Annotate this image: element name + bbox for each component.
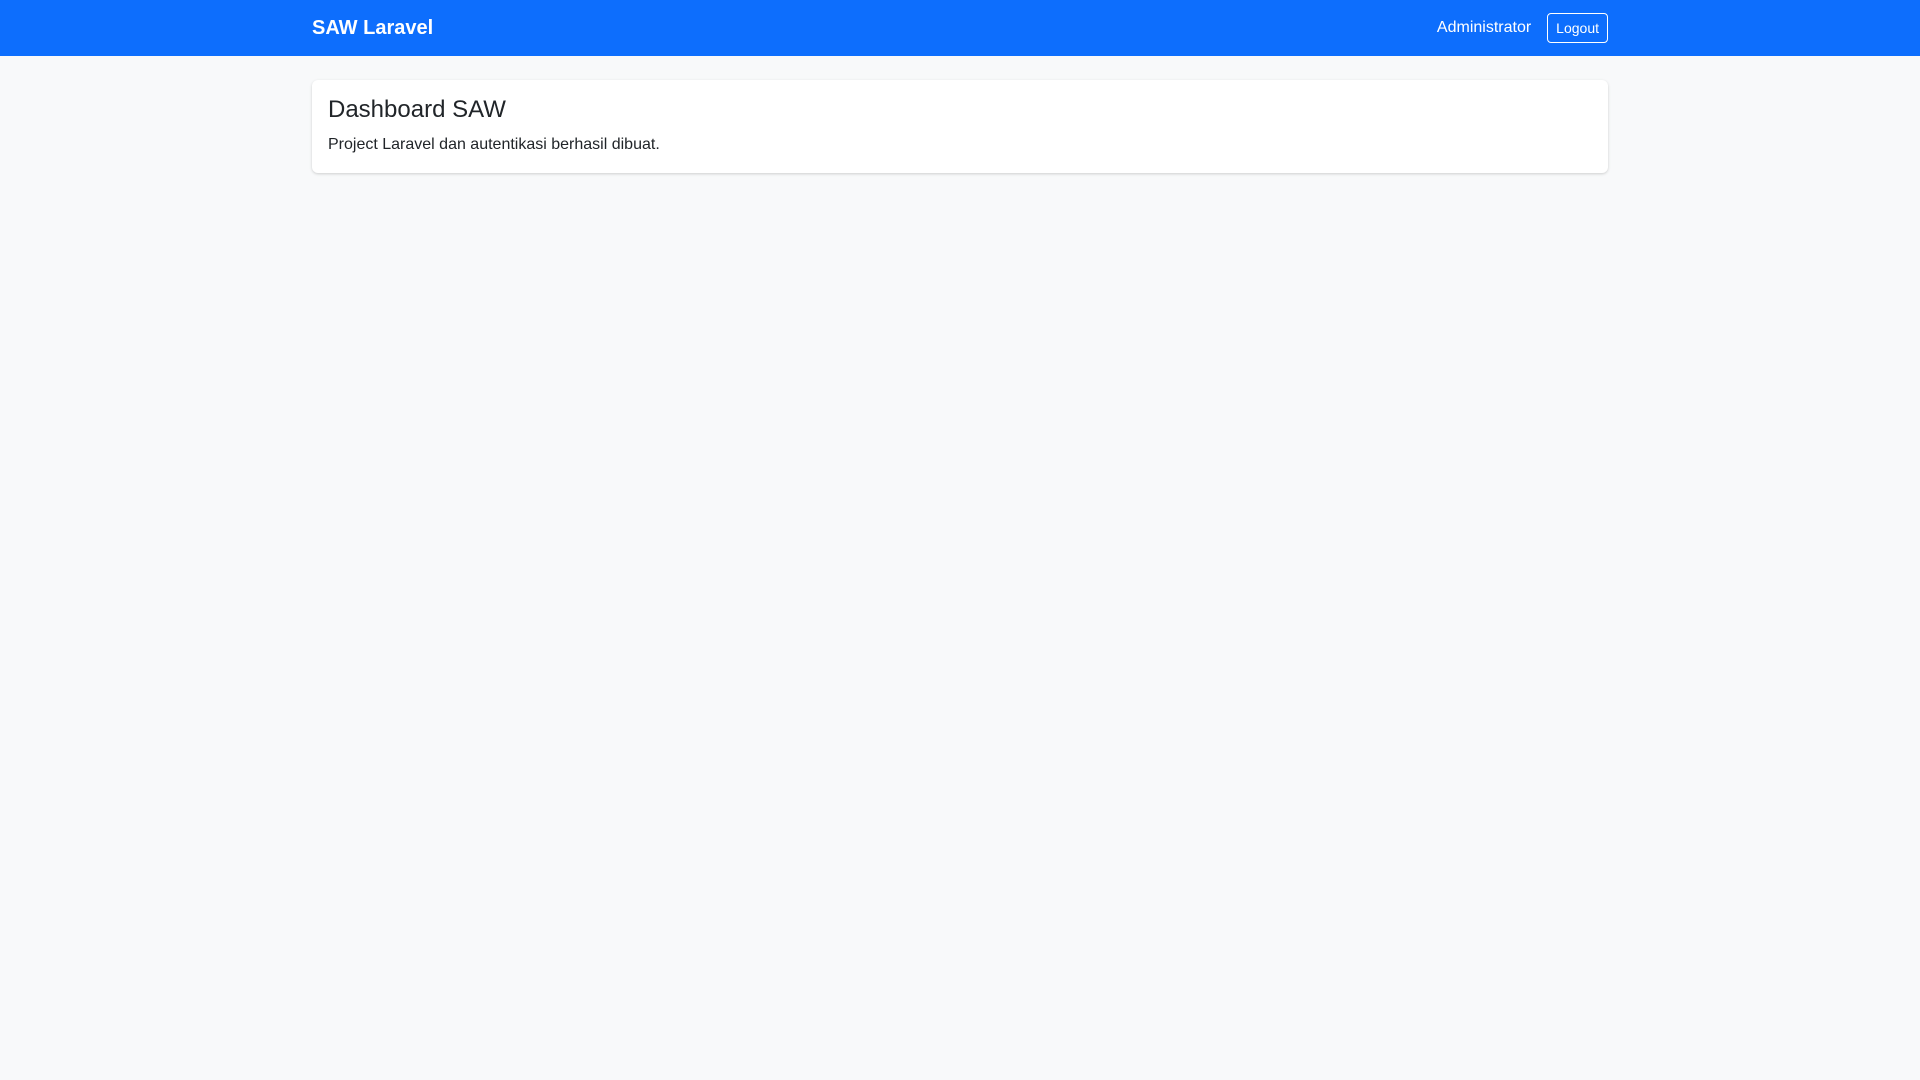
- navbar-user-area: Administrator Logout: [1437, 13, 1608, 43]
- card-description: Project Laravel dan autentikasi berhasil…: [328, 136, 660, 153]
- page-title: Dashboard SAW: [328, 96, 506, 123]
- main-container: Dashboard SAW Project Laravel dan autent…: [312, 80, 1608, 173]
- navbar-container: SAW Laravel Administrator Logout: [312, 0, 1608, 56]
- user-name: Administrator: [1436, 19, 1532, 36]
- brand-link[interactable]: SAW Laravel: [312, 17, 433, 40]
- logout-button[interactable]: Logout: [1547, 13, 1608, 43]
- dashboard-card: Dashboard SAW Project Laravel dan autent…: [312, 80, 1608, 173]
- top-navbar: SAW Laravel Administrator Logout: [0, 0, 1920, 56]
